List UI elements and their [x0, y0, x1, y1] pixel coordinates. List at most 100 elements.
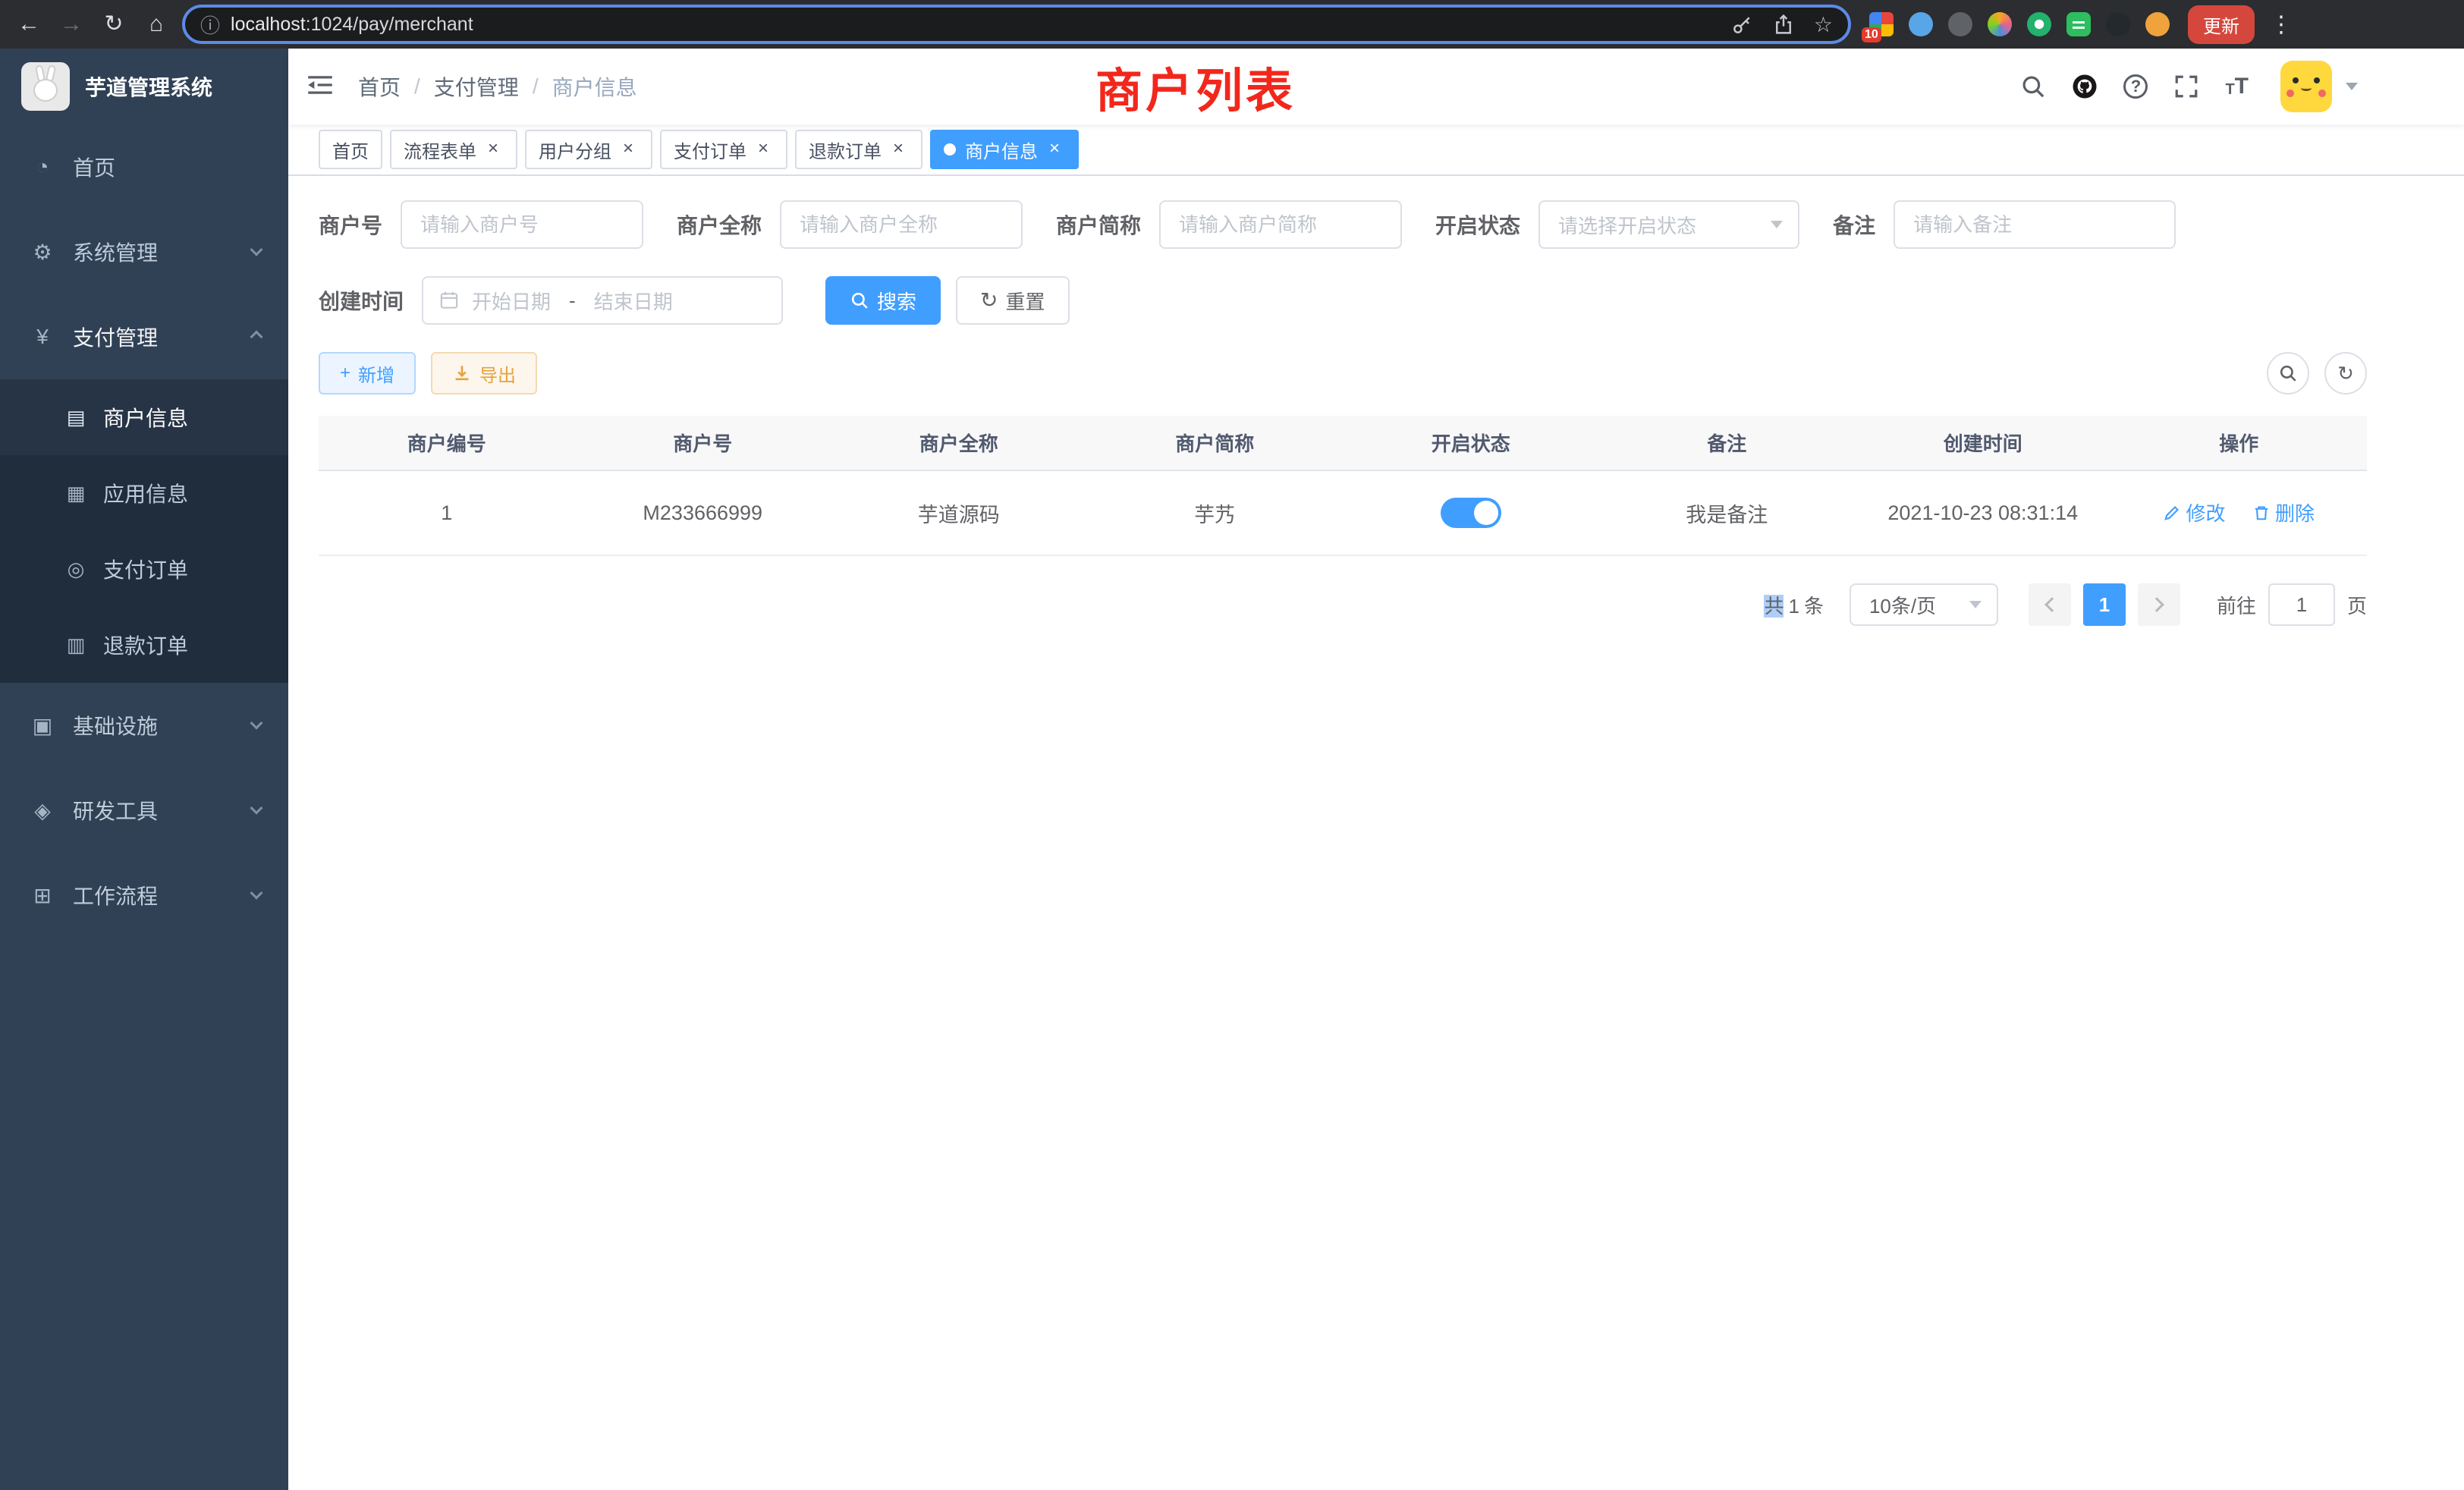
caret-down-icon[interactable]	[2346, 83, 2358, 90]
extension-github-icon[interactable]	[2106, 12, 2130, 36]
pencil-icon	[2163, 504, 2181, 522]
search-form-row-2: 创建时间 开始日期 - 结束日期 搜索 ↻ 重置	[319, 276, 2367, 325]
th-merchant-id: 商户编号	[319, 416, 575, 470]
export-button[interactable]: 导出	[431, 352, 537, 395]
extension-blue-icon[interactable]	[1909, 12, 1933, 36]
reset-button[interactable]: ↻ 重置	[956, 276, 1069, 325]
sidebar-item-system[interactable]: ⚙ 系统管理	[0, 209, 288, 294]
site-info-icon[interactable]: ⓘ	[200, 11, 220, 39]
extension-dark-icon[interactable]	[1948, 12, 1972, 36]
delete-link-label: 删除	[2275, 498, 2315, 527]
extension-avatar-icon[interactable]	[1988, 12, 2012, 36]
share-icon[interactable]	[1773, 14, 1794, 35]
plus-icon: +	[340, 363, 350, 384]
menu-label: 基础设施	[73, 710, 158, 740]
full-name-label: 商户全称	[677, 209, 780, 240]
extensions-area: 10	[1869, 12, 2170, 36]
sidebar-item-pay-order[interactable]: ◎ 支付订单	[0, 531, 288, 607]
table-header-row: 商户编号 商户号 商户全称 商户简称 开启状态 备注 创建时间 操作	[319, 416, 2367, 470]
cell-short-name: 芋艿	[1087, 470, 1344, 555]
tab-user-group[interactable]: 用户分组×	[525, 130, 652, 169]
sidebar-item-workflow[interactable]: ⊞ 工作流程	[0, 853, 288, 938]
full-name-field: 商户全称	[677, 200, 1023, 249]
status-select[interactable]: 请选择开启状态	[1538, 200, 1799, 249]
breadcrumb-home[interactable]: 首页	[358, 71, 401, 102]
close-icon[interactable]: ×	[482, 139, 504, 160]
browser-update-button[interactable]: 更新	[2188, 5, 2255, 44]
sidebar-item-merchant-info[interactable]: ▤ 商户信息	[0, 379, 288, 455]
extension-orange-icon[interactable]	[2145, 12, 2170, 36]
total-suffix: 条	[1804, 595, 1824, 618]
goto-page-input[interactable]	[2268, 583, 2335, 626]
font-size-large: T	[2235, 75, 2249, 98]
merchant-no-input[interactable]	[401, 200, 643, 249]
extension-green-check-icon[interactable]	[2027, 12, 2051, 36]
sidebar-item-payment[interactable]: ¥ 支付管理	[0, 294, 288, 379]
tab-home[interactable]: 首页	[319, 130, 382, 169]
avatar-eye	[2314, 77, 2320, 83]
browser-back-icon[interactable]: ←	[9, 5, 49, 44]
sidebar-item-infrastructure[interactable]: ▣ 基础设施	[0, 683, 288, 768]
sidebar-item-devtools[interactable]: ◈ 研发工具	[0, 768, 288, 853]
cell-status	[1343, 470, 1599, 555]
fullscreen-icon[interactable]	[2173, 74, 2199, 99]
help-icon[interactable]: ?	[2123, 74, 2148, 99]
remark-input[interactable]	[1894, 200, 2176, 249]
prev-page-button[interactable]	[2029, 583, 2071, 626]
sidebar-item-home[interactable]: ◔ 首页	[0, 124, 288, 209]
avatar-eye	[2293, 77, 2299, 83]
sidebar-toggle-icon[interactable]	[306, 71, 337, 102]
breadcrumb-section[interactable]: 支付管理	[434, 71, 519, 102]
close-icon[interactable]: ×	[1044, 139, 1065, 160]
search-icon[interactable]	[2020, 74, 2046, 99]
next-page-button[interactable]	[2138, 583, 2180, 626]
edit-link[interactable]: 修改	[2163, 498, 2225, 527]
add-button-label: 新增	[358, 360, 394, 387]
bookmark-star-icon[interactable]: ☆	[1814, 12, 1833, 37]
short-name-field: 商户简称	[1056, 200, 1402, 249]
page-size-select[interactable]: 10条/页	[1850, 583, 1998, 626]
address-bar[interactable]: ⓘ localhost:1024/pay/merchant ☆	[182, 5, 1851, 44]
add-button[interactable]: + 新增	[319, 352, 416, 395]
status-toggle[interactable]	[1441, 498, 1501, 528]
extension-grid-icon[interactable]: 10	[1869, 12, 1894, 36]
tab-label: 流程表单	[404, 137, 476, 163]
tab-pay-order[interactable]: 支付订单×	[660, 130, 787, 169]
browser-home-icon[interactable]: ⌂	[137, 5, 176, 44]
browser-reload-icon[interactable]: ↻	[94, 5, 134, 44]
menu-label: 应用信息	[103, 478, 188, 508]
create-time-range-picker[interactable]: 开始日期 - 结束日期	[422, 276, 783, 325]
user-avatar[interactable]	[2280, 61, 2332, 112]
total-prefix: 共	[1764, 595, 1784, 618]
browser-nav-buttons: ← → ↻ ⌂	[9, 5, 176, 44]
tab-process-form[interactable]: 流程表单 ×	[390, 130, 517, 169]
tab-label: 退款订单	[809, 137, 882, 163]
full-name-input[interactable]	[780, 200, 1023, 249]
edit-link-label: 修改	[2186, 498, 2225, 527]
goto-suffix: 页	[2347, 591, 2367, 619]
tab-refund-order[interactable]: 退款订单 ×	[795, 130, 922, 169]
refresh-table-button[interactable]: ↻	[2324, 352, 2367, 395]
omnibox-actions: ☆	[1732, 12, 1833, 37]
sidebar-item-app-info[interactable]: ▦ 应用信息	[0, 455, 288, 531]
cell-remark: 我是备注	[1599, 470, 1856, 555]
github-icon[interactable]	[2072, 74, 2098, 99]
password-key-icon[interactable]	[1732, 14, 1753, 35]
close-icon[interactable]: ×	[753, 139, 774, 160]
browser-forward-icon[interactable]: →	[52, 5, 91, 44]
tab-merchant-info[interactable]: 商户信息×	[930, 130, 1079, 169]
close-icon[interactable]: ×	[888, 139, 909, 160]
delete-link[interactable]: 删除	[2252, 498, 2315, 527]
toggle-search-button[interactable]	[2267, 352, 2309, 395]
th-actions: 操作	[2111, 416, 2368, 470]
browser-menu-icon[interactable]: ⋮	[2270, 11, 2293, 38]
app-logo[interactable]: 芋道管理系统	[0, 49, 288, 124]
extension-green-note-icon[interactable]	[2066, 12, 2091, 36]
date-start-placeholder: 开始日期	[472, 287, 551, 315]
close-icon[interactable]: ×	[618, 139, 639, 160]
font-size-icon[interactable]: TT	[2225, 75, 2249, 98]
short-name-input[interactable]	[1159, 200, 1402, 249]
search-button[interactable]: 搜索	[825, 276, 941, 325]
sidebar-item-refund-order[interactable]: ▥ 退款订单	[0, 607, 288, 683]
page-1-button[interactable]: 1	[2083, 583, 2126, 626]
